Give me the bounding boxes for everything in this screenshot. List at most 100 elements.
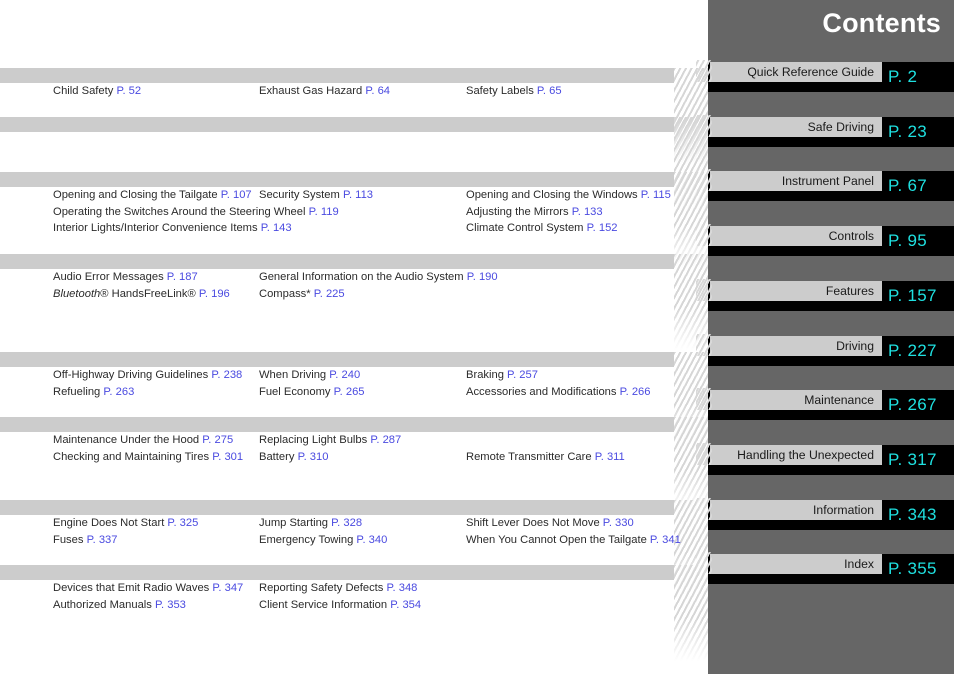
diagonal-hatch-decoration-icon — [674, 352, 710, 448]
toc-entry-title: Shift Lever Does Not Move — [466, 517, 603, 529]
toc-entry-title: General Information on the Audio System — [259, 271, 467, 283]
toc-entry-title: Opening and Closing the Tailgate — [53, 189, 221, 201]
toc-entry-link[interactable]: Audio Error Messages P. 187 — [53, 269, 198, 286]
toc-entry-page: P. 143 — [260, 222, 292, 235]
toc-entry-page: P. 340 — [356, 533, 388, 546]
toc-entry-link[interactable]: Exhaust Gas Hazard P. 64 — [259, 83, 390, 100]
toc-group-bar — [0, 172, 674, 187]
sidebar-label-band[interactable]: Index — [696, 552, 882, 574]
toc-entry-title: Off-Highway Driving Guidelines — [53, 369, 212, 381]
toc-group-rows: Opening and Closing the Tailgate P. 107 S… — [0, 187, 674, 237]
toc-entry-link[interactable]: Security System P. 113 — [259, 187, 373, 204]
table-of-contents-content: Child Safety P. 52 Exhaust Gas Hazard P. … — [0, 0, 710, 674]
toc-entry-title: Safety Labels — [466, 85, 537, 97]
sidebar-label-band[interactable]: Driving — [696, 334, 882, 356]
toc-entry-link[interactable]: Safety Labels P. 65 — [466, 83, 562, 100]
toc-entry-link[interactable]: When Driving P. 240 — [259, 367, 360, 384]
toc-entry-page: P. 311 — [594, 450, 625, 463]
toc-entry-link[interactable]: Client Service Information P. 354 — [259, 597, 421, 614]
toc-entry-link[interactable]: Replacing Light Bulbs P. 287 — [259, 432, 401, 449]
toc-entry-link[interactable]: Refueling P. 263 — [53, 384, 134, 401]
toc-entry-title: Security System — [259, 189, 343, 201]
sidebar-label-band[interactable]: Features — [696, 279, 882, 301]
toc-entry-link[interactable]: Jump Starting P. 328 — [259, 515, 362, 532]
toc-entry-page: P. 310 — [297, 450, 329, 463]
diagonal-hatch-decoration-icon — [674, 254, 710, 350]
toc-entry-title: Braking — [466, 369, 508, 381]
toc-entry-link[interactable]: Accessories and Modifications P. 266 — [466, 384, 651, 401]
toc-entry-page: P. 190 — [466, 271, 498, 283]
toc-group-bar — [0, 254, 674, 269]
toc-entry-page: P. 187 — [166, 271, 198, 283]
toc-entry-link[interactable]: Braking P. 257 — [466, 367, 538, 384]
toc-entry-link[interactable]: Shift Lever Does Not Move P. 330 — [466, 515, 634, 532]
toc-entry-link[interactable]: Climate Control System P. 152 — [466, 220, 618, 237]
diagonal-hatch-decoration-icon — [674, 417, 710, 513]
toc-entry-link[interactable]: Operating the Switches Around the Steeri… — [53, 204, 339, 221]
sidebar-page-number: P. 95 — [888, 231, 928, 250]
toc-entry-title: Replacing Light Bulbs — [259, 434, 371, 446]
toc-entry-link[interactable]: General Information on the Audio System … — [259, 269, 498, 286]
toc-entry-page: P. 64 — [365, 85, 391, 97]
sidebar-label-band[interactable]: Information — [696, 498, 882, 520]
sidebar-label-band[interactable]: Controls — [696, 224, 882, 246]
toc-entry-page: P. 301 — [212, 450, 244, 463]
toc-entry-link[interactable]: Opening and Closing the Windows P. 115 — [466, 187, 671, 204]
toc-entry-link[interactable]: Adjusting the Mirrors P. 133 — [466, 204, 603, 221]
toc-entry-link[interactable]: Interior Lights/Interior Convenience Ite… — [53, 220, 292, 237]
sidebar-label-band[interactable]: Quick Reference Guide — [696, 60, 882, 82]
sidebar-item-label: Features — [825, 284, 874, 298]
toc-entry-title: Accessories and Modifications — [466, 385, 620, 398]
toc-entry-page: P. 337 — [86, 533, 118, 546]
sidebar-label-band[interactable]: Safe Driving — [696, 115, 882, 137]
toc-entry-link[interactable]: Battery P. 310 — [259, 449, 328, 466]
toc-entry-link[interactable]: Authorized Manuals P. 353 — [53, 597, 186, 614]
page-title: Contents — [822, 8, 941, 38]
toc-row: Refueling P. 263 Fuel Economy P. 265 Acces… — [0, 384, 674, 401]
toc-entry-link[interactable]: Fuel Economy P. 265 — [259, 384, 365, 401]
toc-row: Fuses P. 337 Emergency Towing P. 340 When … — [0, 532, 681, 549]
diagonal-hatch-decoration-icon — [674, 117, 710, 213]
toc-entry-link[interactable]: Maintenance Under the Hood P. 275 — [53, 432, 233, 449]
toc-row: Opening and Closing the Tailgate P. 107 S… — [0, 187, 674, 204]
toc-row: Bluetooth® HandsFreeLink® P. 196 Compass*… — [0, 286, 674, 303]
toc-group-rows: Devices that Emit Radio Waves P. 347 Repo… — [0, 580, 674, 613]
toc-entry-title: Authorized Manuals — [53, 598, 155, 611]
toc-entry-page: P. 52 — [116, 85, 142, 97]
toc-entry-title: Emergency Towing — [259, 533, 357, 546]
toc-entry-link[interactable]: Emergency Towing P. 340 — [259, 532, 387, 549]
toc-entry-link[interactable]: Bluetooth® HandsFreeLink® P. 196 — [53, 286, 230, 303]
toc-entry-title: Climate Control System — [466, 222, 587, 235]
toc-entry-page: P. 275 — [202, 434, 234, 446]
sidebar-label-band[interactable]: Handling the Unexpected — [696, 443, 882, 465]
toc-entry-link[interactable]: Compass* P. 225 — [259, 286, 345, 303]
toc-entry-link[interactable]: Devices that Emit Radio Waves P. 347 — [53, 580, 243, 597]
toc-entry-title: Fuel Economy — [259, 385, 334, 398]
sidebar-page-number: P. 267 — [888, 395, 937, 414]
diagonal-hatch-decoration-icon — [674, 172, 710, 268]
toc-entry-link[interactable]: Reporting Safety Defects P. 348 — [259, 580, 417, 597]
toc-entry-page: P. 65 — [536, 85, 562, 97]
toc-entry-link[interactable]: Checking and Maintaining Tires P. 301 — [53, 449, 243, 466]
toc-entry-title: Opening and Closing the Windows — [466, 189, 641, 201]
sidebar-page-number: P. 355 — [888, 559, 937, 578]
toc-entry-link[interactable]: Remote Transmitter Care P. 311 — [466, 449, 625, 466]
toc-entry-title: Jump Starting — [259, 517, 332, 529]
sidebar-label-band[interactable]: Maintenance — [696, 388, 882, 410]
sidebar-label-band[interactable]: Instrument Panel — [696, 169, 882, 191]
sidebar-page-number: P. 343 — [888, 505, 937, 524]
toc-row: Engine Does Not Start P. 325 Jump Startin… — [0, 515, 674, 532]
toc-entry-link[interactable]: Child Safety P. 52 — [53, 83, 141, 100]
toc-entry-link[interactable]: When You Cannot Open the Tailgate P. 341 — [466, 532, 681, 549]
toc-entry-title: Devices that Emit Radio Waves — [53, 582, 213, 594]
toc-entry-link[interactable]: Off-Highway Driving Guidelines P. 238 — [53, 367, 242, 384]
toc-entry-link[interactable]: Opening and Closing the Tailgate P. 107 — [53, 187, 252, 204]
sidebar-page-number: P. 67 — [888, 176, 928, 195]
toc-entry-link[interactable]: Engine Does Not Start P. 325 — [53, 515, 198, 532]
toc-entry-title: Exhaust Gas Hazard — [259, 85, 366, 97]
sidebar-item-label: Information — [813, 503, 874, 517]
toc-row: Audio Error Messages P. 187 General Infor… — [0, 269, 674, 286]
toc-entry-link[interactable]: Fuses P. 337 — [53, 532, 117, 549]
toc-entry-page: P. 263 — [103, 385, 135, 398]
toc-entry-title: Client Service Information — [259, 598, 391, 611]
